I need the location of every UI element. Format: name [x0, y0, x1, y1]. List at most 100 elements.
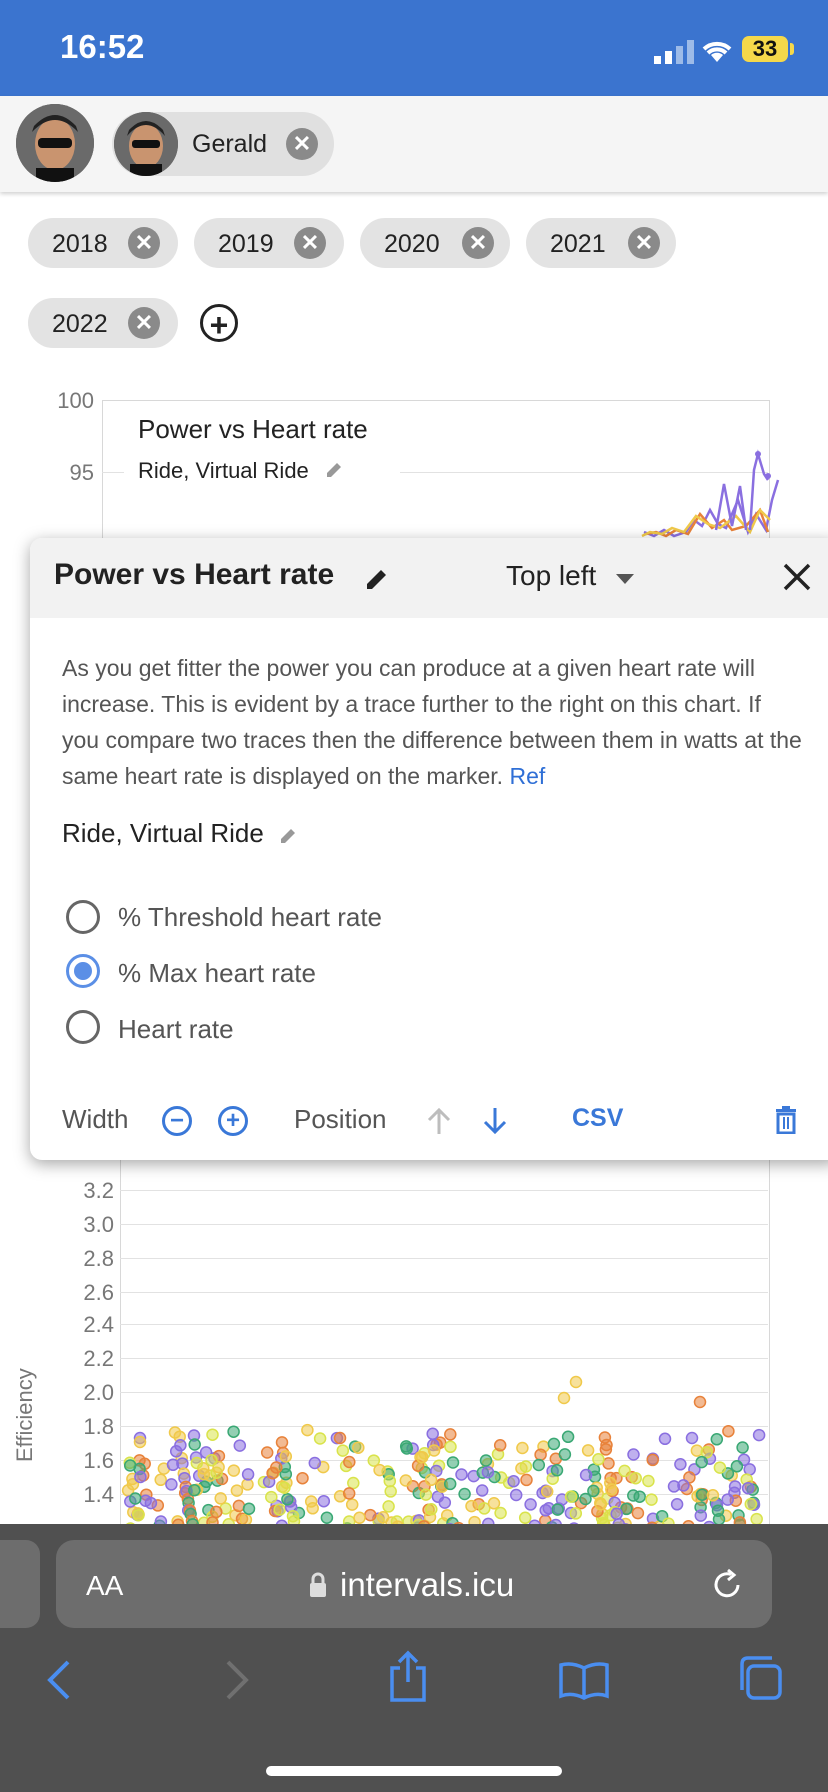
scatter-point — [239, 1513, 253, 1524]
scatter-point — [415, 1450, 429, 1464]
gridline — [120, 1358, 768, 1359]
scatter-point — [446, 1456, 460, 1469]
increase-width-icon[interactable]: + — [218, 1106, 248, 1136]
bookmarks-icon[interactable] — [558, 1660, 610, 1700]
previous-tab[interactable] — [0, 1540, 40, 1628]
share-icon[interactable] — [388, 1650, 428, 1704]
sports-filter[interactable]: Ride, Virtual Ride — [62, 818, 264, 849]
scatter-point — [227, 1425, 240, 1438]
radio-threshold-hr[interactable] — [66, 900, 100, 934]
scatter-point — [154, 1473, 167, 1487]
scatter-point — [670, 1498, 684, 1511]
scatter-point — [569, 1375, 583, 1389]
tabs-icon[interactable] — [736, 1654, 784, 1702]
efficiency-scatter — [121, 1375, 766, 1524]
battery-icon: 33 — [742, 36, 788, 62]
scatter-point — [741, 1481, 755, 1495]
home-indicator — [266, 1766, 562, 1776]
remove-year-icon[interactable]: ✕ — [128, 227, 160, 259]
scatter-point — [524, 1498, 537, 1511]
scatter-point — [722, 1424, 735, 1438]
forward-icon[interactable] — [222, 1658, 252, 1702]
scatter-point — [695, 1455, 708, 1469]
scatter-point — [487, 1497, 501, 1510]
scatter-point — [694, 1509, 708, 1522]
back-icon[interactable] — [44, 1658, 74, 1702]
decrease-width-icon[interactable]: − — [162, 1106, 192, 1136]
scatter-point — [382, 1500, 395, 1513]
scatter-point — [455, 1468, 468, 1481]
scatter-point — [353, 1511, 366, 1524]
chevron-down-icon[interactable] — [614, 572, 636, 586]
year-label: 2019 — [218, 230, 274, 258]
scatter-point — [345, 1498, 359, 1511]
scatter-point — [165, 1478, 178, 1491]
scatter-point — [598, 1431, 612, 1444]
scatter-point — [275, 1436, 289, 1449]
scatter-point — [627, 1448, 640, 1461]
scatter-point — [426, 1427, 439, 1441]
scatter-point — [206, 1516, 219, 1524]
y-tick: 1.8 — [83, 1414, 114, 1439]
scatter-point — [631, 1506, 645, 1520]
ref-link[interactable]: Ref — [509, 763, 545, 789]
remove-year-icon[interactable]: ✕ — [462, 227, 494, 259]
scatter-point — [190, 1456, 204, 1470]
edit-title-icon[interactable] — [364, 566, 390, 592]
scatter-point — [674, 1458, 687, 1471]
scatter-point — [695, 1488, 709, 1501]
remove-year-icon[interactable]: ✕ — [294, 227, 326, 259]
year-label: 2022 — [52, 310, 108, 338]
position-select[interactable]: Top left — [506, 560, 596, 592]
close-icon[interactable] — [782, 562, 812, 592]
scatter-point — [602, 1457, 615, 1470]
avatar-image — [16, 104, 94, 182]
scatter-point — [558, 1448, 572, 1461]
scatter-point — [364, 1508, 377, 1522]
scatter-point — [260, 1446, 274, 1459]
scatter-point — [265, 1490, 278, 1504]
scatter-point — [645, 1493, 658, 1506]
scatter-point — [444, 1428, 457, 1441]
scatter-point — [685, 1431, 699, 1445]
scatter-point — [342, 1515, 356, 1524]
scatter-point — [296, 1471, 309, 1485]
y-tick: 2.2 — [83, 1346, 114, 1371]
scatter-point — [197, 1467, 211, 1481]
popup-title[interactable]: Power vs Heart rate — [54, 558, 334, 592]
radio-heart-rate[interactable] — [66, 1010, 100, 1044]
scatter-point — [750, 1512, 763, 1524]
radio-label: % Max heart rate — [118, 958, 316, 988]
move-up-icon[interactable] — [426, 1106, 452, 1136]
reader-settings-button[interactable]: AA — [86, 1570, 123, 1602]
chip-avatar-image — [114, 112, 178, 176]
scatter-point — [241, 1468, 255, 1481]
scatter-point — [227, 1464, 241, 1477]
scatter-point — [706, 1489, 720, 1502]
scatter-point — [516, 1441, 529, 1455]
move-down-icon[interactable] — [482, 1106, 508, 1136]
scatter-point — [561, 1430, 575, 1444]
reload-icon[interactable] — [710, 1568, 744, 1602]
remove-athlete-icon[interactable]: ✕ — [286, 128, 318, 160]
scatter-point — [587, 1484, 600, 1498]
delete-icon[interactable] — [774, 1106, 798, 1134]
remove-year-icon[interactable]: ✕ — [128, 307, 160, 339]
add-year-icon[interactable]: + — [200, 304, 238, 343]
avatar[interactable] — [16, 104, 94, 182]
scatter-point — [233, 1439, 247, 1452]
edit-icon[interactable] — [324, 460, 344, 480]
radio-max-hr[interactable] — [66, 954, 100, 988]
edit-sports-icon[interactable] — [278, 826, 298, 846]
scatter-point — [465, 1499, 478, 1513]
scatter-point — [518, 1511, 532, 1524]
scatter-point — [168, 1426, 182, 1439]
scatter-point — [592, 1453, 605, 1466]
scatter-point — [279, 1467, 293, 1481]
remove-year-icon[interactable]: ✕ — [628, 227, 660, 259]
scatter-point — [581, 1444, 595, 1457]
y-tick: 100 — [57, 388, 94, 413]
csv-button[interactable]: CSV — [572, 1104, 623, 1133]
scatter-point — [336, 1444, 350, 1457]
scatter-point — [317, 1494, 331, 1508]
